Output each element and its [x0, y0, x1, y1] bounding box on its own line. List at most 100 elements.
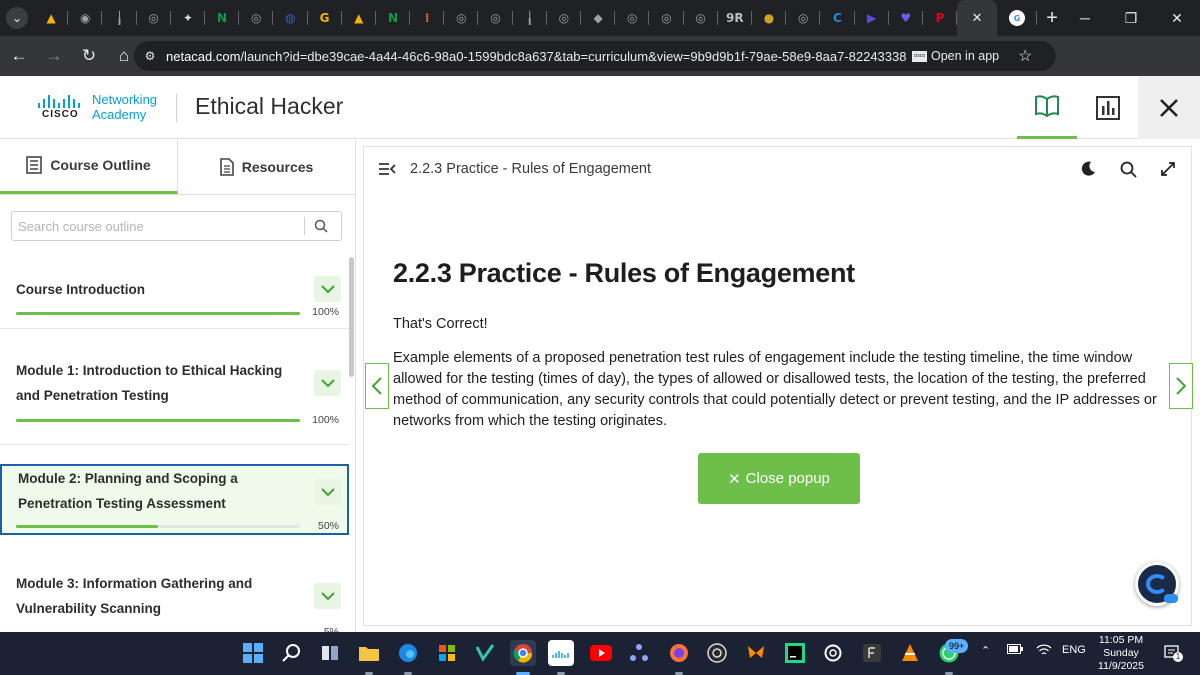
browser-tab[interactable]: C	[820, 0, 855, 36]
start-icon[interactable]	[240, 640, 266, 666]
collapse-outline-button[interactable]	[364, 162, 410, 176]
browser-tab[interactable]: ◎	[649, 0, 684, 36]
battery-icon[interactable]	[1007, 644, 1023, 657]
url-text[interactable]: netacad.com/launch?id=dbe39cae-4a44-46c6…	[166, 49, 906, 64]
browser-tab[interactable]: P	[923, 0, 958, 36]
address-bar[interactable]: ⚙ netacad.com/launch?id=dbe39cae-4a44-46…	[134, 41, 1056, 71]
browser-tab[interactable]: 9R	[718, 0, 753, 36]
notification-center-icon[interactable]: 1	[1164, 645, 1183, 662]
google-drive-icon: ▲	[354, 11, 364, 25]
restore-icon[interactable]: ❐	[1108, 0, 1154, 36]
browser-tab[interactable]: ╽	[102, 0, 137, 36]
module-item-course-introduction[interactable]: Course Introduction 100%	[0, 255, 349, 329]
browser-tab[interactable]: ●	[752, 0, 787, 36]
youtube-icon[interactable]	[588, 640, 614, 666]
browser-tab[interactable]: N	[205, 0, 240, 36]
browser-tab[interactable]: ◎	[137, 0, 171, 36]
butterfly-app-icon[interactable]	[743, 640, 769, 666]
close-course-button[interactable]	[1138, 76, 1200, 139]
module-title: Module 3: Information Gathering and Vuln…	[16, 576, 253, 616]
next-page-button[interactable]	[1169, 363, 1193, 409]
file-explorer-icon[interactable]	[356, 640, 382, 666]
browser-tab[interactable]: ◍	[273, 0, 308, 36]
language-indicator[interactable]: ENG	[1062, 644, 1086, 656]
tray-chevron-up-icon[interactable]: ⌃	[981, 644, 990, 657]
outline-search-input[interactable]	[12, 213, 304, 239]
fullscreen-button[interactable]	[1155, 157, 1181, 181]
site-settings-icon[interactable]: ⚙	[134, 49, 166, 63]
module-item-module-2[interactable]: Module 2: Planning and Scoping a Penetra…	[0, 464, 349, 535]
browser-tab[interactable]: ◎	[547, 0, 582, 36]
back-button[interactable]: ←	[3, 40, 35, 72]
tab-active[interactable]: ✕	[957, 0, 998, 36]
browser-tab[interactable]: ◎	[444, 0, 479, 36]
logo-text-networking: Networking	[92, 92, 158, 107]
open-in-app-button[interactable]: cisco Open in app	[912, 45, 999, 67]
module-title: Course Introduction	[16, 282, 145, 297]
previous-page-button[interactable]	[365, 363, 389, 409]
forward-button[interactable]: →	[38, 40, 70, 72]
search-icon	[1120, 161, 1137, 178]
window-close-icon[interactable]: ✕	[1154, 0, 1200, 36]
search-icon[interactable]	[305, 219, 337, 233]
wifi-icon[interactable]	[1036, 644, 1052, 659]
browser-tab[interactable]: ♥	[889, 0, 924, 36]
tab-google[interactable]: G	[997, 0, 1038, 36]
assistant-floating-button[interactable]	[1135, 562, 1179, 606]
system-clock[interactable]: 11:05 PM Sunday 11/9/2025	[1088, 634, 1154, 673]
tab-search-button[interactable]: ⌄	[0, 0, 34, 36]
sidebar-scrollbar[interactable]	[349, 257, 354, 377]
vlc-icon[interactable]	[897, 640, 923, 666]
notification-count: 1	[1173, 652, 1183, 662]
dark-mode-button[interactable]	[1075, 157, 1101, 181]
module-item-module-1[interactable]: Module 1: Introduction to Ethical Hackin…	[0, 345, 349, 445]
firefox-icon[interactable]	[666, 640, 692, 666]
browser-tab[interactable]: ▲	[34, 0, 69, 36]
browser-tab[interactable]: ◎	[478, 0, 513, 36]
openai-icon[interactable]	[820, 640, 846, 666]
course-book-button[interactable]	[1017, 76, 1077, 139]
close-popup-button[interactable]: ✕ Close popup	[698, 453, 860, 504]
vs-code-icon[interactable]	[472, 640, 498, 666]
minimize-icon[interactable]: ─	[1062, 0, 1108, 36]
expand-module-button[interactable]	[314, 276, 341, 302]
browser-tab[interactable]: N	[376, 0, 411, 36]
expand-module-button[interactable]	[314, 583, 341, 609]
browser-tab[interactable]: ▲	[342, 0, 377, 36]
bookmark-star-icon[interactable]: ☆	[1018, 46, 1032, 66]
browser-tab[interactable]: ◎	[786, 0, 821, 36]
browser-tab[interactable]: ◎	[239, 0, 274, 36]
module-title: Module 2: Planning and Scoping a Penetra…	[18, 471, 238, 511]
browser-tab[interactable]: ▶	[855, 0, 889, 36]
browser-tab[interactable]: ╽	[513, 0, 548, 36]
framer-icon[interactable]	[859, 640, 885, 666]
outline-search	[11, 211, 342, 241]
browser-tab[interactable]: ◉	[68, 0, 103, 36]
pycharm-icon[interactable]	[782, 640, 808, 666]
browser-tab[interactable]: ⁞	[410, 0, 445, 36]
cisco-networking-academy-logo[interactable]: CISCO Networking Academy	[38, 90, 168, 126]
obs-icon[interactable]	[704, 640, 730, 666]
grades-button[interactable]	[1078, 76, 1138, 139]
search-icon[interactable]	[279, 640, 305, 666]
browser-tab[interactable]: ◎	[684, 0, 718, 36]
reload-button[interactable]: ↻	[73, 40, 105, 72]
browser-tab[interactable]: ◆	[581, 0, 616, 36]
edge-icon[interactable]	[395, 640, 421, 666]
browser-tab[interactable]: ✦	[171, 0, 206, 36]
close-tab-icon[interactable]: ✕	[972, 10, 983, 26]
task-view-icon[interactable]	[317, 640, 343, 666]
browser-tab[interactable]: ◎	[615, 0, 650, 36]
app-header: CISCO Networking Academy Ethical Hacker	[0, 76, 1200, 139]
network-app-icon[interactable]	[626, 640, 652, 666]
search-content-button[interactable]	[1115, 157, 1141, 181]
expand-module-button[interactable]	[314, 370, 341, 396]
chrome-icon[interactable]	[510, 640, 536, 666]
expand-module-button[interactable]	[314, 479, 341, 505]
microsoft-store-icon[interactable]	[434, 640, 460, 666]
module-item-module-3[interactable]: Module 3: Information Gathering and Vuln…	[0, 552, 349, 632]
tab-resources[interactable]: Resources	[178, 139, 355, 194]
tab-course-outline[interactable]: Course Outline	[0, 139, 178, 194]
browser-tab[interactable]: G	[308, 0, 342, 36]
cisco-app-icon[interactable]	[548, 640, 574, 666]
